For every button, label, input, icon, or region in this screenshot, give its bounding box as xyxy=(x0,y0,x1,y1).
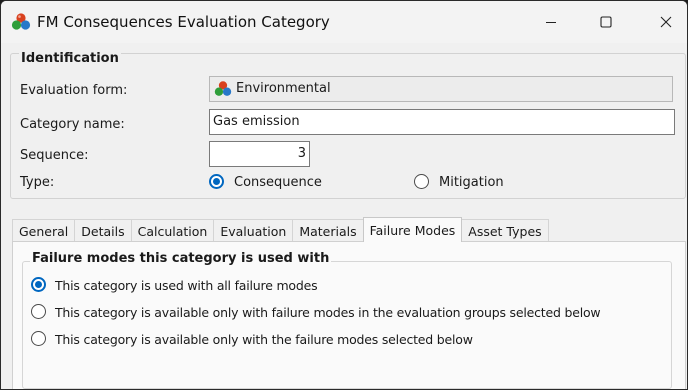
category-name-value: Gas emission xyxy=(213,114,300,129)
tab-failure-modes[interactable]: Failure Modes xyxy=(362,217,463,242)
tab-asset-types[interactable]: Asset Types xyxy=(461,219,549,241)
sequence-label: Sequence: xyxy=(20,148,89,163)
type-label: Type: xyxy=(20,175,55,190)
consequence-radio-label[interactable]: Consequence xyxy=(234,175,322,190)
identification-title: Identification xyxy=(19,51,121,66)
tab-general[interactable]: General xyxy=(12,219,76,241)
multi-sphere-icon xyxy=(214,81,232,96)
title-bar[interactable]: FM Consequences Evaluation Category xyxy=(1,1,687,43)
evaluation-groups-label[interactable]: This category is available only with fai… xyxy=(55,305,601,320)
close-button[interactable] xyxy=(643,1,687,43)
tab-calculation[interactable]: Calculation xyxy=(130,219,215,241)
selected-failure-modes-radio[interactable] xyxy=(31,331,46,346)
multi-sphere-app-icon xyxy=(11,13,31,30)
selected-failure-modes-label[interactable]: This category is available only with the… xyxy=(55,332,473,347)
evaluation-form-label: Evaluation form: xyxy=(20,83,128,98)
evaluation-form-field: Environmental xyxy=(209,76,673,102)
category-name-label: Category name: xyxy=(20,117,125,132)
tab-details[interactable]: Details xyxy=(74,219,132,241)
evaluation-groups-radio[interactable] xyxy=(31,304,46,319)
sequence-input[interactable]: 3 xyxy=(209,141,310,167)
category-name-input[interactable]: Gas emission xyxy=(209,109,675,135)
consequence-radio[interactable] xyxy=(209,174,224,189)
sequence-value: 3 xyxy=(297,146,306,161)
evaluation-form-value: Environmental xyxy=(236,81,331,96)
mitigation-radio-label[interactable]: Mitigation xyxy=(439,175,504,190)
tab-strip: General Details Calculation Evaluation M… xyxy=(12,217,549,242)
dialog-window: FM Consequences Evaluation Category Iden… xyxy=(0,0,688,390)
minimize-icon xyxy=(546,21,556,24)
tab-materials[interactable]: Materials xyxy=(292,219,364,241)
minimize-button[interactable] xyxy=(528,1,574,43)
maximize-button[interactable] xyxy=(583,1,629,43)
maximize-icon xyxy=(600,16,612,28)
tab-evaluation[interactable]: Evaluation xyxy=(213,219,294,241)
window-title: FM Consequences Evaluation Category xyxy=(37,13,330,31)
mitigation-radio[interactable] xyxy=(414,174,429,189)
failure-modes-title: Failure modes this category is used with xyxy=(30,251,332,266)
all-failure-modes-label[interactable]: This category is used with all failure m… xyxy=(55,278,318,293)
all-failure-modes-radio[interactable] xyxy=(31,277,46,292)
close-icon xyxy=(660,16,672,28)
